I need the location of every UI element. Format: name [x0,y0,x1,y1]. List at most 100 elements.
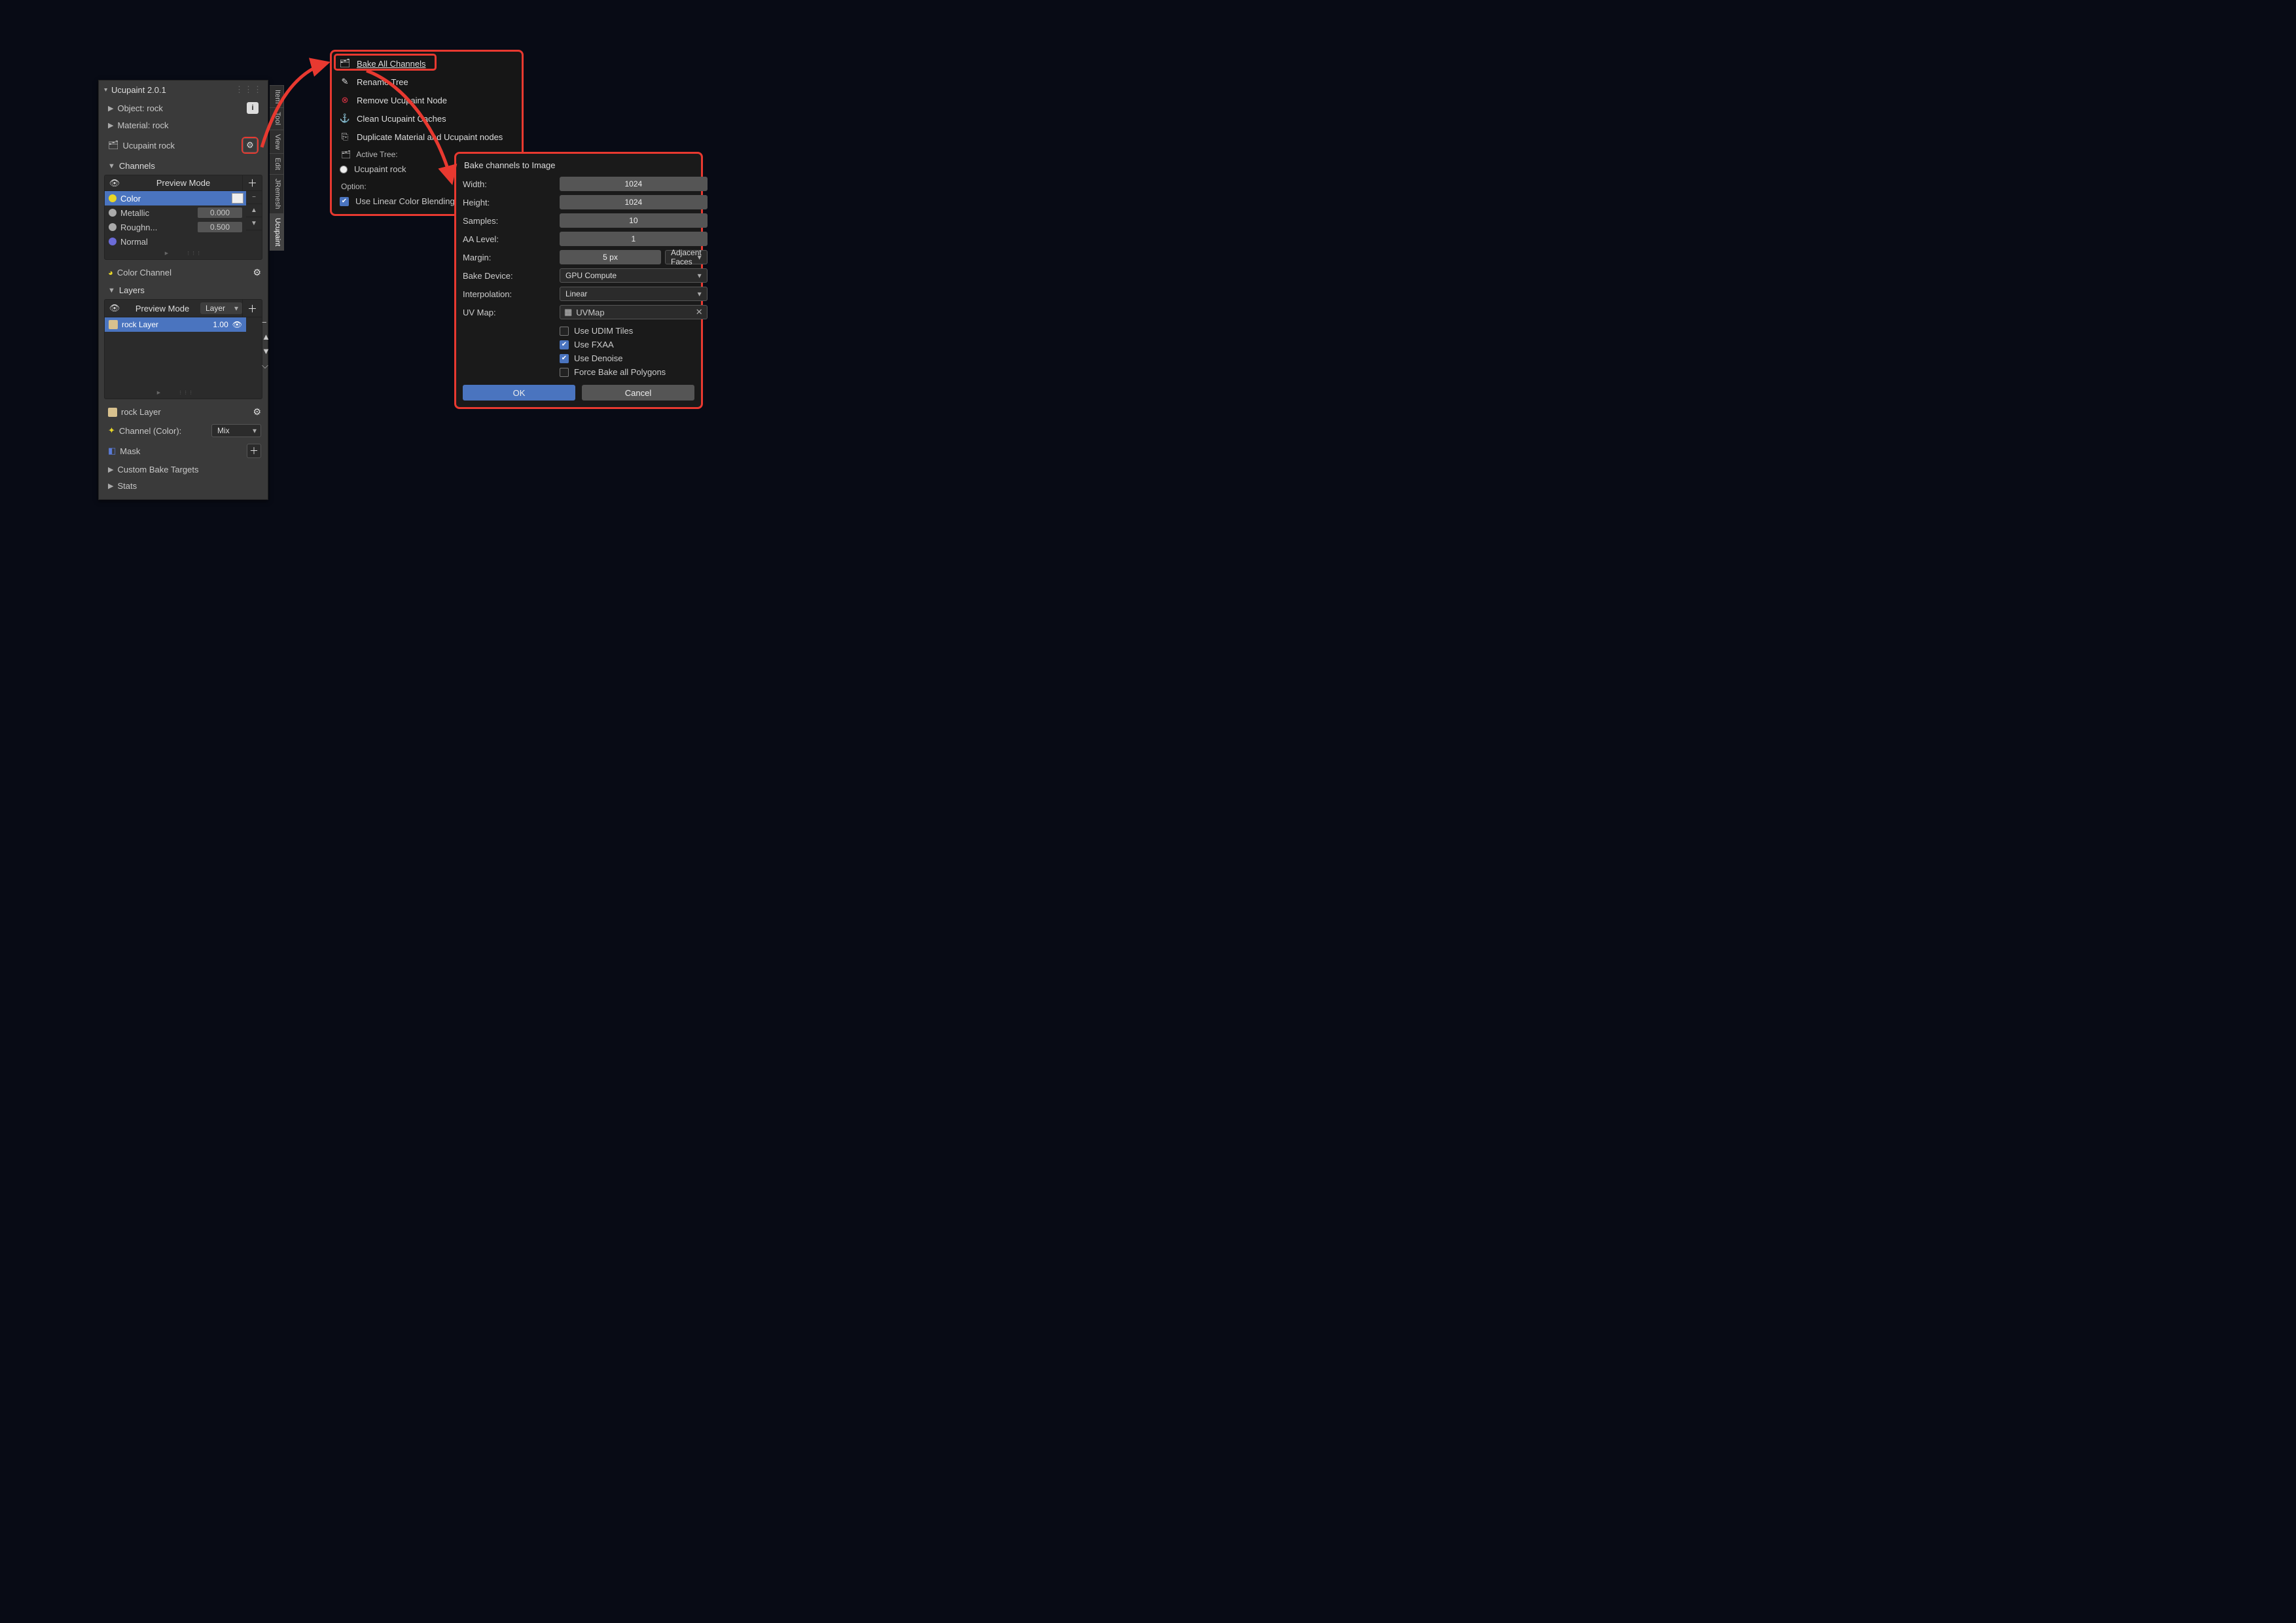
menu-item[interactable]: ⎘Duplicate Material and Ucupaint nodes [332,128,522,146]
add-mask-button[interactable]: ＋ [247,444,261,458]
cancel-button[interactable]: Cancel [582,385,694,401]
tab-view[interactable]: View [270,130,284,154]
device-select[interactable]: GPU Compute [560,268,708,283]
menu-item-label: Bake All Channels [357,59,426,69]
height-label: Height: [463,198,554,207]
uvmap-label: UV Map: [463,308,554,317]
menu-item[interactable]: 🗂Bake All Channels [332,56,522,73]
checkbox-icon [560,340,569,349]
channel-row[interactable]: Roughn...0.500 [105,220,246,234]
tab-tool[interactable]: Tool [270,107,284,129]
list-resize-handle[interactable]: ▶⋮⋮⋮ [105,388,246,399]
custom-bake-row[interactable]: ▶ Custom Bake Targets [99,461,268,478]
object-row[interactable]: ▶ Object: rock i [99,99,268,117]
object-label: Object: rock [117,103,162,113]
samples-label: Samples: [463,216,554,226]
layer-up-button[interactable]: ▲ [262,332,278,346]
panel-title: Ucupaint 2.0.1 [111,85,166,95]
channel-dot-icon [109,194,117,202]
interp-label: Interpolation: [463,289,554,299]
layer-list: rock Layer 1.00 👁 [105,317,246,388]
layer-down-button[interactable]: ▼ [262,346,278,361]
triangle-right-icon: ▶ [108,121,113,130]
active-tree-value: Ucupaint rock [354,164,406,174]
dialog-title: Bake channels to Image [463,159,694,177]
triangle-right-icon: ▶ [108,104,113,113]
image-icon [109,320,118,329]
blend-mode-select[interactable]: Mix [211,424,261,437]
tab-jremesh[interactable]: JRemesh [270,174,284,213]
eye-icon[interactable]: 👁 [232,320,242,329]
width-field[interactable] [560,177,708,191]
move-down-button[interactable]: ▼ [246,217,262,230]
aa-field[interactable] [560,232,708,246]
channel-dot-icon [109,223,117,231]
node-settings-highlight: ⚙ [242,137,259,154]
preview-mode-button[interactable]: Preview Mode [124,175,242,190]
panel-title-row[interactable]: ▸ Ucupaint 2.0.1 ⋮⋮⋮ [99,80,268,99]
height-field[interactable] [560,195,708,209]
stats-label: Stats [117,481,137,491]
layer-preview-button[interactable]: Preview Mode [124,304,200,313]
eye-icon[interactable]: 👁 [105,300,124,317]
list-resize-handle[interactable]: ▶⋮⋮⋮ [105,249,262,259]
node-icon: 🗂 [108,140,119,151]
fxaa-checkbox[interactable]: Use FXAA [560,340,708,349]
channel-row[interactable]: Color [105,191,246,205]
denoise-checkbox[interactable]: Use Denoise [560,353,708,363]
clear-uvmap-button[interactable]: ✕ [696,307,703,317]
stats-row[interactable]: ▶ Stats [99,478,268,494]
channels-section[interactable]: ▼ Channels [99,157,268,175]
menu-item-icon: ⊗ [340,95,350,105]
color-swatch[interactable] [232,193,243,204]
samples-field[interactable] [560,213,708,228]
channel-dot-icon [109,209,117,217]
ok-button[interactable]: OK [463,385,575,401]
uvmap-field[interactable]: ▦ UVMap ✕ [560,305,708,319]
triangle-right-icon: ▶ [157,390,161,395]
move-up-button[interactable]: ▲ [246,204,262,217]
layers-label: Layers [119,285,145,295]
udim-checkbox[interactable]: Use UDIM Tiles [560,326,708,336]
layer-row[interactable]: rock Layer 1.00 👁 [105,317,246,332]
info-badge-icon[interactable]: i [247,102,259,114]
channel-row[interactable]: Normal [105,234,246,249]
color-channel-settings[interactable]: ⚙ [253,267,261,278]
layer-opacity: 1.00 [213,320,228,329]
aa-label: AA Level: [463,234,554,244]
tab-ucupaint[interactable]: Ucupaint [270,213,284,251]
interp-select[interactable]: Linear [560,287,708,301]
layer-name: rock Layer [122,320,209,329]
menu-item[interactable]: ⊗ Remove Ucupaint Node [332,91,522,109]
layers-section[interactable]: ▼ Layers [99,281,268,299]
force-bake-checkbox[interactable]: Force Bake all Polygons [560,367,708,377]
node-settings-button[interactable]: ⚙ [243,138,257,152]
channel-row[interactable]: Metallic 0.000 [105,205,246,220]
linear-blending-label: Use Linear Color Blending [355,196,455,206]
remove-layer-button[interactable]: − [262,317,278,332]
triangle-right-icon: ▶ [165,251,169,256]
layer-scope-select[interactable]: Layer [200,302,242,314]
mask-label: Mask [120,446,140,456]
add-layer-button[interactable]: ＋ [242,300,262,317]
layer-settings-button[interactable]: ⚙ [253,406,261,418]
menu-item-label: Remove Ucupaint Node [357,96,447,105]
color-channel-icon: ◕ [108,268,113,277]
menu-item[interactable]: ⚓Clean Ucupaint Caches [332,109,522,128]
channel-value[interactable]: 0.500 [198,222,242,232]
margin-field[interactable] [560,250,661,264]
tab-item[interactable]: Item [270,85,284,107]
channel-value[interactable]: 0.000 [198,207,242,218]
channel-name: Metallic [120,208,194,218]
side-tabstrip: ItemToolViewEditJRemeshUcupaint [270,85,284,251]
eye-icon[interactable]: 👁 [105,175,124,190]
material-row[interactable]: ▶ Material: rock [99,117,268,134]
layer-menu-button[interactable]: ⌵ [262,361,278,375]
remove-channel-button[interactable]: − [246,191,262,204]
add-channel-button[interactable]: ＋ [242,175,262,190]
tab-edit[interactable]: Edit [270,153,284,174]
menu-item[interactable]: ✎Rename Tree [332,73,522,91]
menu-item-icon: ✎ [340,77,350,87]
channel-selector-label: Channel (Color): [119,426,181,436]
active-tree-label: Active Tree: [356,150,397,159]
